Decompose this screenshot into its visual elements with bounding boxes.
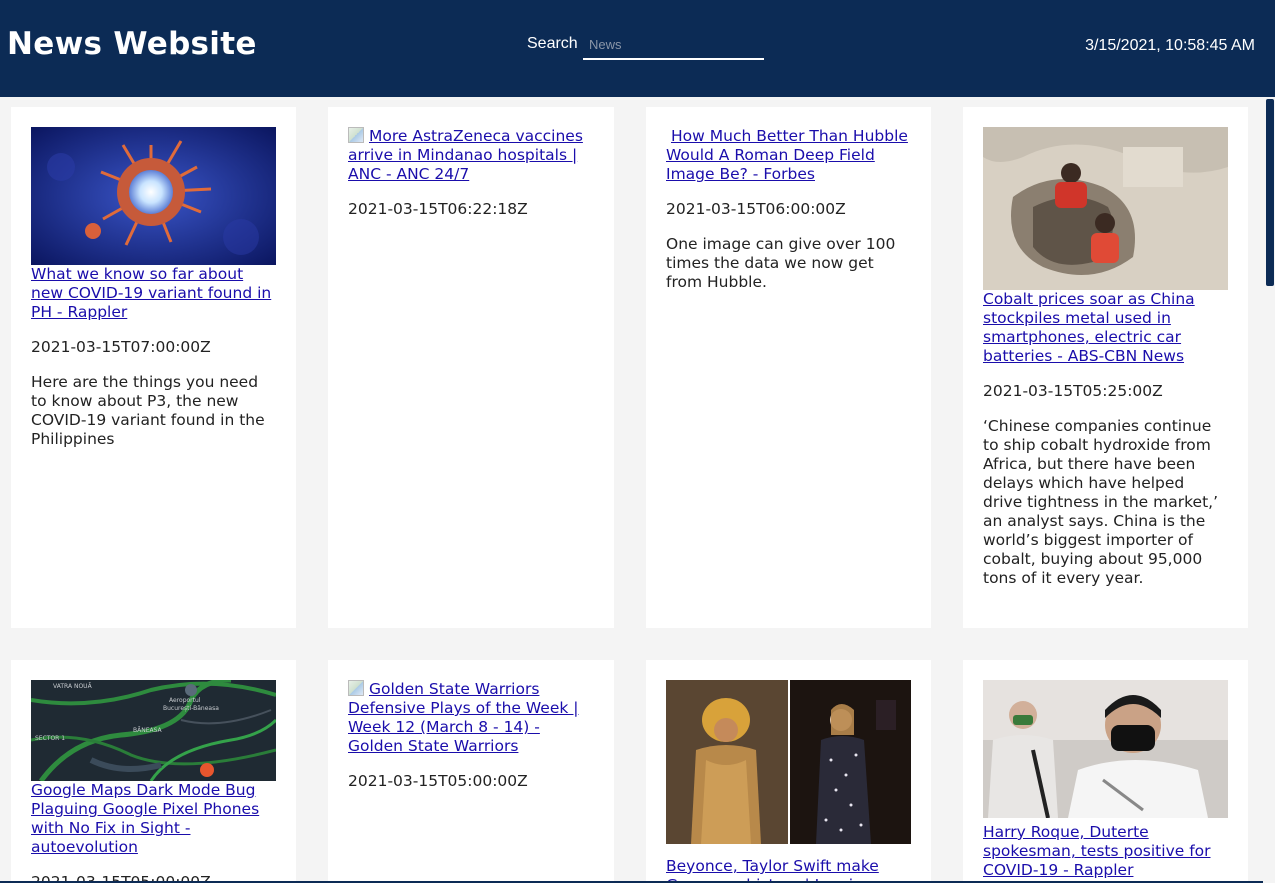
article-title-link[interactable]: How Much Better Than Hubble Would A Roma… xyxy=(666,127,911,184)
site-header: News Website Search 3/15/2021, 10:58:45 … xyxy=(0,0,1275,97)
article-image[interactable]: VATRA NOUĂ Aeroportul București-Băneasa … xyxy=(31,680,276,781)
article-image[interactable] xyxy=(983,127,1228,290)
article-title-text: How Much Better Than Hubble Would A Roma… xyxy=(666,127,908,183)
news-card: Golden State Warriors Defensive Plays of… xyxy=(328,660,614,883)
article-title-link[interactable]: Cobalt prices soar as China stockpiles m… xyxy=(983,290,1228,366)
map-label: VATRA NOUĂ xyxy=(53,683,93,690)
map-label: BĂNEASA xyxy=(133,727,163,734)
article-title-link[interactable]: Google Maps Dark Mode Bug Plaguing Googl… xyxy=(31,781,276,857)
article-image[interactable] xyxy=(666,680,911,844)
article-description: ‘Chinese companies continue to ship coba… xyxy=(983,417,1218,587)
news-card: Cobalt prices soar as China stockpiles m… xyxy=(963,107,1248,628)
scrollbar-thumb[interactable] xyxy=(1266,99,1274,286)
broken-image-icon xyxy=(348,127,364,143)
search-input[interactable] xyxy=(583,31,764,60)
article-date: 2021-03-15T05:25:00Z xyxy=(983,382,1163,400)
site-title: News Website xyxy=(7,26,257,62)
search-label: Search xyxy=(527,35,578,52)
article-date: 2021-03-15T07:00:00Z xyxy=(31,338,211,356)
news-card: VATRA NOUĂ Aeroportul București-Băneasa … xyxy=(11,660,296,883)
article-title-text: Golden State Warriors Defensive Plays of… xyxy=(348,680,579,755)
article-title-link[interactable]: Beyonce, Taylor Swift make Grammys histo… xyxy=(666,857,911,883)
news-card: What we know so far about new COVID-19 v… xyxy=(11,107,296,628)
article-date: 2021-03-15T06:00:00Z xyxy=(666,200,846,218)
article-date: 2021-03-15T05:00:00Z xyxy=(348,772,528,790)
map-label: Aeroportul xyxy=(169,697,201,704)
article-title-text: More AstraZeneca vaccines arrive in Mind… xyxy=(348,127,583,183)
article-description: One image can give over 100 times the da… xyxy=(666,235,896,291)
article-title-link[interactable]: What we know so far about new COVID-19 v… xyxy=(31,265,276,322)
broken-image-icon xyxy=(348,680,364,696)
current-datetime: 3/15/2021, 10:58:45 AM xyxy=(1085,37,1255,54)
article-date: 2021-03-15T06:22:18Z xyxy=(348,200,528,218)
article-image[interactable] xyxy=(31,127,276,265)
article-title-link[interactable]: Golden State Warriors Defensive Plays of… xyxy=(348,680,594,756)
article-image[interactable] xyxy=(983,680,1228,818)
article-title-link[interactable]: More AstraZeneca vaccines arrive in Mind… xyxy=(348,127,594,184)
map-label: București-Băneasa xyxy=(163,705,219,712)
map-label: SECTOR 1 xyxy=(35,735,65,742)
article-description: Here are the things you need to know abo… xyxy=(31,373,265,448)
news-card: More AstraZeneca vaccines arrive in Mind… xyxy=(328,107,614,628)
article-title-link[interactable]: Harry Roque, Duterte spokesman, tests po… xyxy=(983,823,1228,880)
news-card: How Much Better Than Hubble Would A Roma… xyxy=(646,107,931,628)
news-card: Beyonce, Taylor Swift make Grammys histo… xyxy=(646,660,931,883)
news-card: Harry Roque, Duterte spokesman, tests po… xyxy=(963,660,1248,883)
